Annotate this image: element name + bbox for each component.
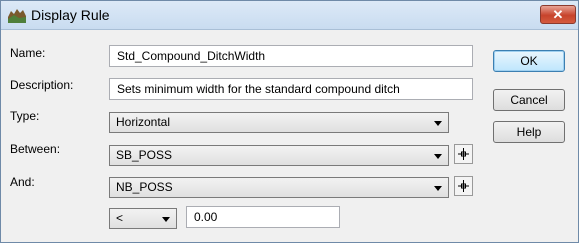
crosshair-pick-icon (458, 180, 469, 192)
close-icon: ✕ (552, 7, 564, 22)
description-field[interactable]: Sets minimum width for the standard comp… (109, 78, 473, 100)
name-field[interactable]: Std_Compound_DitchWidth (109, 45, 473, 67)
and-select-value: NB_POSS (116, 180, 173, 194)
between-select[interactable]: SB_POSS (109, 145, 449, 166)
chevron-down-icon (162, 217, 170, 222)
between-pick-button[interactable] (454, 144, 473, 164)
chevron-down-icon (434, 154, 442, 159)
and-pick-button[interactable] (454, 176, 473, 196)
cancel-button[interactable]: Cancel (493, 89, 565, 111)
description-label: Description: (10, 78, 74, 92)
between-label: Between: (10, 142, 61, 156)
value-field[interactable]: 0.00 (186, 206, 340, 228)
between-select-value: SB_POSS (116, 148, 173, 162)
operator-select-value: < (116, 211, 124, 225)
chevron-down-icon (434, 121, 442, 126)
and-select[interactable]: NB_POSS (109, 177, 449, 198)
dialog-title: Display Rule (31, 7, 110, 23)
type-label: Type: (10, 109, 40, 123)
close-button[interactable]: ✕ (540, 5, 576, 24)
chevron-down-icon (434, 186, 442, 191)
help-button[interactable]: Help (493, 121, 565, 143)
name-label: Name: (10, 46, 46, 60)
operator-select[interactable]: < (109, 208, 177, 229)
ok-button[interactable]: OK (493, 50, 565, 72)
app-icon (8, 9, 26, 23)
type-select-value: Horizontal (116, 115, 171, 129)
and-label: And: (10, 175, 35, 189)
type-select[interactable]: Horizontal (109, 112, 449, 133)
crosshair-pick-icon (458, 148, 469, 160)
dialog-window: Display Rule ✕ Name: Std_Compound_DitchW… (0, 0, 579, 243)
title-bar[interactable]: Display Rule ✕ (1, 1, 578, 30)
